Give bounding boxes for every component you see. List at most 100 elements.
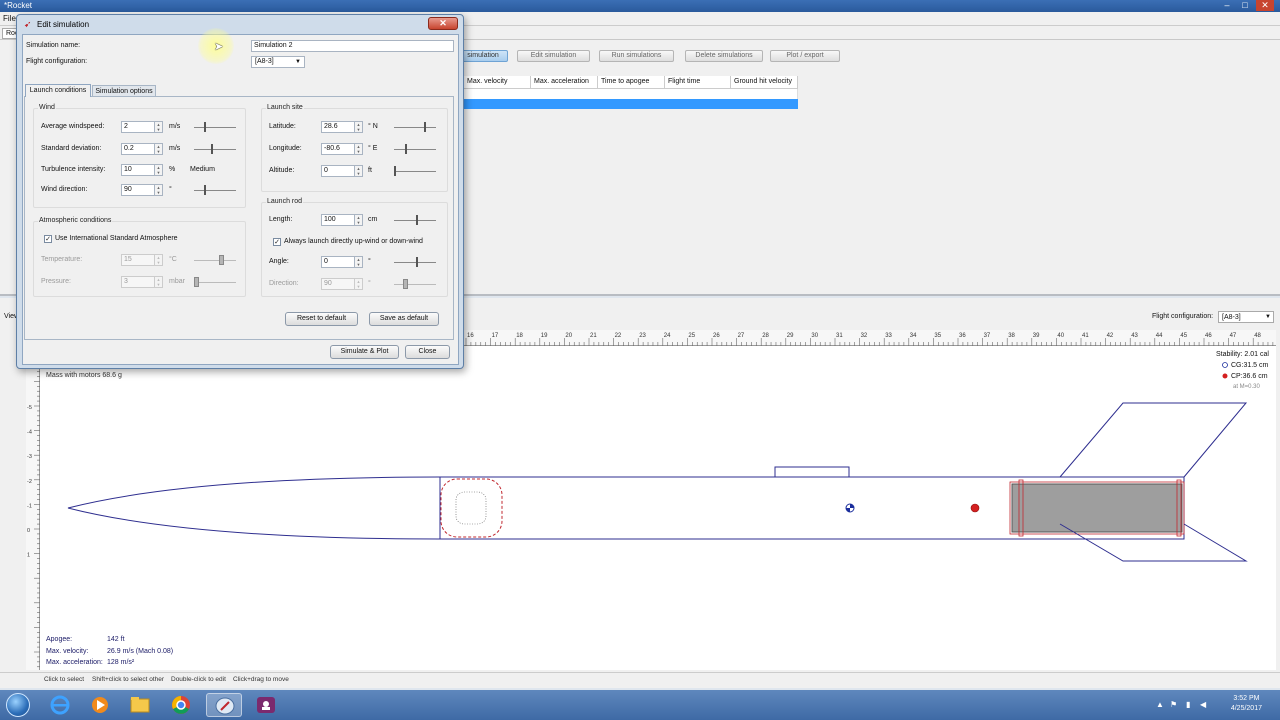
avg-windspeed-value[interactable]: 2 [121, 121, 155, 133]
save-default-button[interactable]: Save as default [369, 312, 439, 326]
media-player-icon[interactable] [82, 693, 118, 717]
new-simulation-button[interactable]: simulation [458, 50, 508, 62]
maximize-icon[interactable]: □ [1236, 0, 1254, 11]
launch-lug[interactable] [774, 466, 850, 478]
ruler-left-label: -1 [27, 503, 32, 509]
fin-top[interactable] [1059, 402, 1248, 478]
std-dev-unit[interactable]: m/s [169, 145, 180, 152]
chrome-icon[interactable] [163, 693, 199, 717]
spinner-arrows-icon[interactable]: ▲ ▼ [155, 121, 163, 133]
recorder-icon[interactable] [248, 693, 284, 717]
tray-arrow-icon[interactable]: ▲ [1156, 700, 1164, 709]
menu-file[interactable]: File [3, 14, 16, 23]
spinner-arrows-icon[interactable]: ▲ ▼ [355, 214, 363, 226]
rod-length-slider[interactable] [394, 214, 436, 226]
always-launch-checkbox[interactable]: ✓ [273, 238, 281, 246]
pressure-value[interactable]: 3 [121, 276, 155, 288]
folder-icon[interactable] [122, 693, 158, 717]
rod-angle-unit[interactable]: ° [368, 258, 371, 265]
motor[interactable] [1011, 483, 1183, 533]
spinner-arrows-icon[interactable]: ▲ ▼ [355, 256, 363, 268]
parachute[interactable] [440, 478, 503, 538]
delete-simulations-button[interactable]: Delete simulations [685, 50, 763, 62]
always-launch-label[interactable]: Always launch directly up-wind or down-w… [284, 238, 423, 245]
reset-default-button[interactable]: Reset to default [285, 312, 358, 326]
wind-direction-value[interactable]: 90 [121, 184, 155, 196]
ruler-top-label: 47 [1230, 333, 1237, 339]
std-dev-slider[interactable] [194, 143, 236, 155]
rocket-figure[interactable] [40, 346, 1276, 670]
std-dev-value[interactable]: 0.2 [121, 143, 155, 155]
col-ground-hit-velocity[interactable]: Ground hit velocity [731, 76, 798, 89]
longitude-slider[interactable] [394, 143, 436, 155]
flight-config-dialog-select[interactable]: [A8-3] ▼ [251, 56, 305, 68]
col-max-velocity[interactable]: Max. velocity [464, 76, 531, 89]
col-time-to-apogee[interactable]: Time to apogee [598, 76, 665, 89]
rod-length-unit[interactable]: cm [368, 216, 377, 223]
minimize-icon[interactable]: – [1218, 0, 1236, 11]
openrocket-icon[interactable] [206, 693, 242, 717]
altitude-value[interactable]: 0 [321, 165, 355, 177]
dialog-title: Edit simulation [37, 20, 90, 29]
tab-launch-conditions[interactable]: Launch conditions [25, 84, 91, 97]
altitude-unit[interactable]: ft [368, 167, 372, 174]
altitude-slider[interactable] [394, 165, 436, 177]
pressure-slider[interactable] [194, 276, 236, 288]
turbulence-unit: % [169, 166, 176, 173]
flag-icon[interactable]: ⚑ [1170, 700, 1177, 709]
spinner-arrows-icon[interactable]: ▲ ▼ [355, 278, 363, 290]
window-close-icon[interactable]: ✕ [1256, 0, 1274, 11]
isa-checkbox[interactable]: ✓ [44, 235, 52, 243]
wind-direction-label: Wind direction: [41, 186, 88, 193]
volume-icon[interactable]: ◀ [1200, 700, 1206, 709]
turbulence-label: Turbulence intensity: [41, 166, 106, 173]
flight-config-select[interactable]: [A8-3] ▼ [1218, 311, 1274, 323]
start-button-icon[interactable] [6, 693, 30, 717]
avg-windspeed-unit[interactable]: m/s [169, 123, 180, 130]
close-button[interactable]: Close [405, 345, 450, 359]
isa-label[interactable]: Use International Standard Atmosphere [55, 235, 178, 242]
network-icon[interactable]: ▮ [1186, 700, 1190, 709]
longitude-value[interactable]: -80.6 [321, 143, 355, 155]
wind-direction-slider[interactable] [194, 184, 236, 196]
ruler-top-label: 34 [910, 333, 917, 339]
plot-export-button[interactable]: Plot / export [770, 50, 840, 62]
rod-length-value[interactable]: 100 [321, 214, 355, 226]
table-row-selected[interactable] [464, 99, 798, 109]
edit-simulation-button[interactable]: Edit simulation [517, 50, 590, 62]
spinner-arrows-icon[interactable]: ▲ ▼ [155, 276, 163, 288]
spinner-arrows-icon[interactable]: ▲ ▼ [155, 254, 163, 266]
latitude-value[interactable]: 28.6 [321, 121, 355, 133]
rocket-canvas[interactable]: Mass with motors 68.6 g Stability: 2.01 … [40, 346, 1276, 670]
spinner-arrows-icon[interactable]: ▲ ▼ [155, 184, 163, 196]
rod-direction-value[interactable]: 90 [321, 278, 355, 290]
avg-windspeed-slider[interactable] [194, 121, 236, 133]
spinner-arrows-icon[interactable]: ▲ ▼ [155, 164, 163, 176]
rod-angle-value[interactable]: 0 [321, 256, 355, 268]
ruler-top-label: 29 [787, 333, 794, 339]
temperature-slider[interactable] [194, 254, 236, 266]
spinner-arrows-icon[interactable]: ▲ ▼ [355, 165, 363, 177]
rod-angle-slider[interactable] [394, 256, 436, 268]
wind-direction-unit[interactable]: ° [169, 186, 172, 193]
pressure-label: Pressure: [41, 278, 71, 285]
col-max-acceleration[interactable]: Max. acceleration [531, 76, 598, 89]
spinner-arrows-icon[interactable]: ▲ ▼ [155, 143, 163, 155]
run-simulations-button[interactable]: Run simulations [599, 50, 674, 62]
sim-name-input[interactable]: Simulation 2 [251, 40, 454, 52]
spinner-arrows-icon[interactable]: ▲ ▼ [355, 121, 363, 133]
shock-cord[interactable] [455, 491, 487, 525]
temperature-value[interactable]: 15 [121, 254, 155, 266]
turbulence-value[interactable]: 10 [121, 164, 155, 176]
table-row[interactable] [464, 89, 798, 99]
latitude-slider[interactable] [394, 121, 436, 133]
dialog-close-icon[interactable]: ✕ [428, 17, 458, 30]
clock[interactable]: 3:52 PM 4/25/2017 [1231, 694, 1262, 714]
col-flight-time[interactable]: Flight time [665, 76, 731, 89]
simulate-plot-button[interactable]: Simulate & Plot [330, 345, 399, 359]
rod-direction-label: Direction: [269, 280, 299, 287]
ie-icon[interactable] [42, 693, 78, 717]
rod-direction-slider[interactable] [394, 278, 436, 290]
spinner-arrows-icon[interactable]: ▲ ▼ [355, 143, 363, 155]
nose-cone[interactable] [67, 476, 441, 540]
